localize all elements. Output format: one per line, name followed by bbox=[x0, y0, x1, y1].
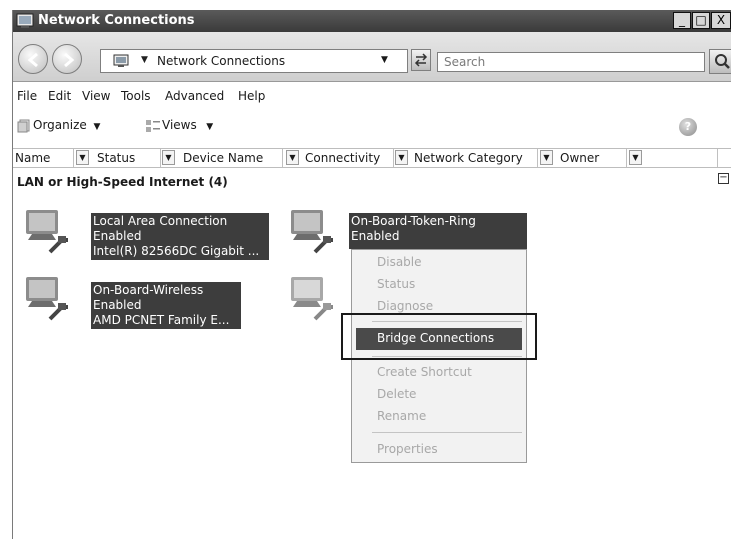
connection-status: Enabled bbox=[351, 229, 400, 243]
network-folder-icon bbox=[113, 54, 129, 67]
connection-device: Intel(R) 82566DC Gigabit ... bbox=[93, 244, 260, 258]
column-header: Name ▼ Status ▼ Device Name ▼ Connectivi… bbox=[12, 148, 731, 168]
chevron-down-icon[interactable]: ▼ bbox=[76, 150, 89, 165]
menu-item-delete[interactable]: Delete bbox=[377, 387, 416, 401]
network-computer-icon bbox=[291, 210, 333, 254]
search-input[interactable]: Search bbox=[437, 52, 705, 72]
network-computer-icon bbox=[291, 277, 333, 321]
menu-view[interactable]: View bbox=[82, 89, 110, 103]
column-device-name[interactable]: Device Name bbox=[183, 151, 263, 165]
chevron-right-icon[interactable]: ▼ bbox=[141, 55, 148, 65]
connection-device: AMD PCNET Family E... bbox=[93, 313, 230, 327]
column-network-category[interactable]: Network Category bbox=[414, 151, 523, 165]
menu-item-create-shortcut[interactable]: Create Shortcut bbox=[377, 365, 472, 379]
organize-label: Organize bbox=[33, 118, 87, 132]
menu-item-status[interactable]: Status bbox=[377, 277, 415, 291]
group-header: LAN or High-Speed Internet (4) bbox=[17, 175, 228, 189]
column-name[interactable]: Name bbox=[15, 151, 50, 165]
connection-label[interactable]: On-Board-Wireless Enabled AMD PCNET Fami… bbox=[91, 282, 241, 329]
help-icon[interactable]: ? bbox=[679, 118, 697, 136]
magnifier-icon bbox=[715, 54, 730, 69]
connection-label[interactable]: On-Board-Token-Ring Enabled bbox=[349, 213, 527, 249]
menu-advanced[interactable]: Advanced bbox=[165, 89, 224, 103]
connection-name: On-Board-Wireless bbox=[93, 283, 204, 297]
menu-item-properties[interactable]: Properties bbox=[377, 442, 438, 456]
column-status[interactable]: Status bbox=[97, 151, 135, 165]
menu-edit[interactable]: Edit bbox=[48, 89, 71, 103]
refresh-icon bbox=[414, 53, 428, 67]
navigation-bar: ▼ Network Connections ▼ Search bbox=[12, 32, 731, 82]
menu-item-rename[interactable]: Rename bbox=[377, 409, 426, 423]
views-label: Views bbox=[162, 118, 197, 132]
column-separator bbox=[717, 149, 718, 167]
search-placeholder: Search bbox=[444, 55, 486, 69]
forward-arrow-icon bbox=[64, 52, 75, 68]
menu-tools[interactable]: Tools bbox=[121, 89, 151, 103]
menu-help[interactable]: Help bbox=[238, 89, 265, 103]
network-computer-icon bbox=[26, 277, 68, 321]
command-toolbar: Organize ▼ Views ▼ ? bbox=[12, 112, 731, 142]
column-separator bbox=[626, 149, 627, 167]
collapse-group-button[interactable]: − bbox=[718, 173, 729, 184]
back-arrow-icon bbox=[27, 52, 38, 68]
minimize-button[interactable]: _ bbox=[673, 12, 691, 29]
close-button[interactable]: X bbox=[711, 12, 731, 29]
window-title: Network Connections bbox=[38, 13, 195, 28]
menu-bar: File Edit View Tools Advanced Help bbox=[12, 84, 731, 106]
breadcrumb[interactable]: Network Connections bbox=[157, 54, 285, 68]
views-icon bbox=[146, 120, 160, 132]
chevron-down-icon: ▼ bbox=[200, 122, 214, 132]
network-folder-icon bbox=[16, 13, 34, 28]
refresh-button[interactable] bbox=[411, 49, 431, 71]
window-left-border bbox=[12, 10, 13, 539]
chevron-down-icon[interactable]: ▼ bbox=[286, 150, 299, 165]
chevron-down-icon[interactable]: ▼ bbox=[540, 150, 553, 165]
connection-status: Enabled bbox=[93, 229, 142, 243]
address-bar[interactable]: ▼ Network Connections ▼ bbox=[100, 49, 408, 73]
network-computer-icon bbox=[26, 210, 68, 254]
column-separator bbox=[282, 149, 283, 167]
chevron-down-icon[interactable]: ▼ bbox=[395, 150, 408, 165]
column-owner[interactable]: Owner bbox=[560, 151, 599, 165]
forward-button[interactable] bbox=[52, 44, 82, 74]
address-dropdown-icon[interactable]: ▼ bbox=[381, 55, 388, 65]
highlight-callout-box bbox=[341, 313, 537, 360]
menu-item-diagnose[interactable]: Diagnose bbox=[377, 299, 433, 313]
column-separator bbox=[393, 149, 394, 167]
maximize-button[interactable]: □ bbox=[692, 12, 710, 29]
connection-label[interactable]: Local Area Connection Enabled Intel(R) 8… bbox=[91, 213, 269, 260]
column-separator bbox=[160, 149, 161, 167]
connection-name: On-Board-Token-Ring bbox=[351, 214, 476, 228]
menu-file[interactable]: File bbox=[17, 89, 37, 103]
column-separator bbox=[73, 149, 74, 167]
title-bar[interactable]: Network Connections _ □ X bbox=[12, 10, 731, 32]
back-button[interactable] bbox=[18, 44, 48, 74]
connection-status: Enabled bbox=[93, 298, 142, 312]
menu-item-disable[interactable]: Disable bbox=[377, 255, 422, 269]
search-button[interactable] bbox=[709, 49, 731, 74]
chevron-down-icon[interactable]: ▼ bbox=[629, 150, 642, 165]
connection-name: Local Area Connection bbox=[93, 214, 228, 228]
column-connectivity[interactable]: Connectivity bbox=[305, 151, 380, 165]
column-separator bbox=[537, 149, 538, 167]
menu-separator bbox=[372, 432, 522, 433]
network-connections-window: Network Connections _ □ X ▼ Network Conn… bbox=[0, 0, 731, 539]
organize-button[interactable]: Organize ▼ bbox=[33, 118, 100, 132]
chevron-down-icon[interactable]: ▼ bbox=[162, 150, 175, 165]
organize-icon bbox=[17, 119, 30, 133]
views-button[interactable]: Views ▼ bbox=[162, 118, 213, 132]
chevron-down-icon: ▼ bbox=[90, 122, 101, 132]
